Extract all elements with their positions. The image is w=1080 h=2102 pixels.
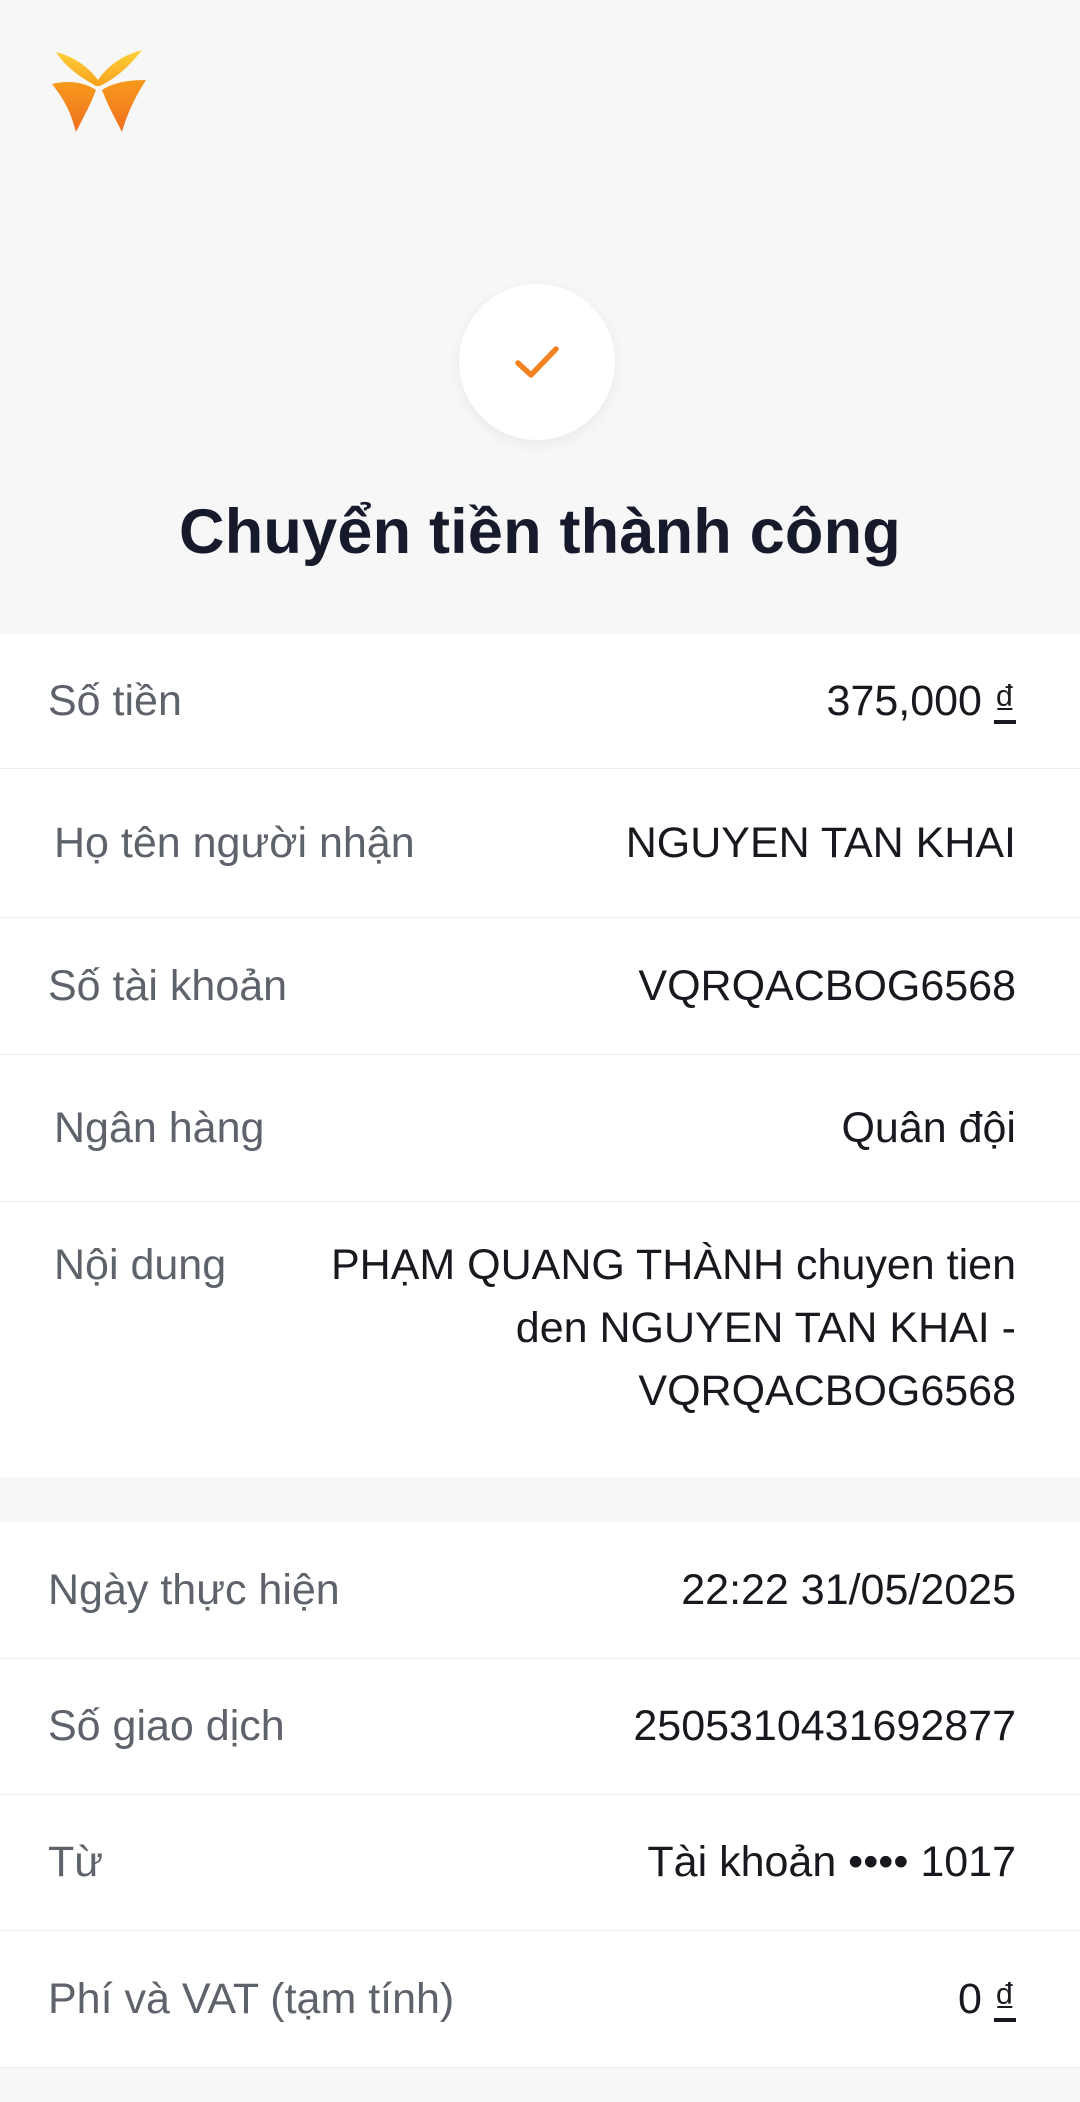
content-value: PHẠM QUANG THÀNH chuyen tien den NGUYEN …	[330, 1241, 1016, 1415]
bank-row: Ngân hàng Quân đội	[0, 1055, 1080, 1202]
from-account-value: Tài khoản •••• 1017	[647, 1838, 1016, 1886]
bank-label: Ngân hàng	[54, 1103, 265, 1152]
recipient-name-value: NGUYEN TAN KHAI	[625, 818, 1016, 867]
success-header: Chuyển tiền thành công	[0, 0, 1080, 634]
fee-currency-symbol: ₫	[993, 1974, 1016, 2023]
transaction-info-card: Ngày thực hiện 22:22 31/05/2025 Số giao …	[0, 1522, 1080, 2068]
transfer-details-card: Số tiền 375,000 ₫ Họ tên người nhận NGUY…	[0, 634, 1080, 1477]
fee-value: 0 ₫	[958, 1975, 1016, 2024]
fee-number: 0	[958, 1974, 982, 2023]
transaction-id-value: 2505310431692877	[633, 1702, 1016, 1750]
bank-value: Quân đội	[841, 1103, 1016, 1152]
section-divider	[0, 1477, 1080, 1522]
amount-label: Số tiền	[48, 676, 182, 725]
amount-row: Số tiền 375,000 ₫	[0, 634, 1080, 769]
transaction-id-label: Số giao dịch	[48, 1702, 285, 1750]
checkmark-icon	[515, 346, 559, 378]
date-row: Ngày thực hiện 22:22 31/05/2025	[0, 1522, 1080, 1659]
fee-row: Phí và VAT (tạm tính) 0 ₫	[0, 1931, 1080, 2068]
date-value: 22:22 31/05/2025	[681, 1565, 1016, 1614]
transaction-id-row: Số giao dịch 2505310431692877	[0, 1659, 1080, 1795]
account-number-value: VQRQACBOG6568	[638, 961, 1016, 1010]
content-label: Nội dung	[54, 1241, 227, 1289]
date-label: Ngày thực hiện	[48, 1565, 340, 1614]
account-number-label: Số tài khoản	[48, 961, 288, 1010]
from-account-row: Từ Tài khoản •••• 1017	[0, 1795, 1080, 1931]
recipient-name-row: Họ tên người nhận NGUYEN TAN KHAI	[0, 769, 1080, 918]
fee-label: Phí và VAT (tạm tính)	[48, 1974, 455, 2023]
account-number-row: Số tài khoản VQRQACBOG6568	[0, 918, 1080, 1055]
vpbank-butterfly-logo-icon	[52, 50, 146, 132]
content-row: Nội dung PHẠM QUANG THÀNH chuyen tien de…	[0, 1202, 1080, 1477]
success-badge	[459, 284, 615, 440]
amount-value: 375,000 ₫	[827, 677, 1016, 726]
recipient-name-label: Họ tên người nhận	[54, 818, 415, 867]
amount-number: 375,000	[826, 676, 982, 725]
from-account-label: Từ	[48, 1838, 104, 1886]
currency-symbol: ₫	[993, 676, 1016, 725]
page-title: Chuyển tiền thành công	[179, 497, 901, 567]
